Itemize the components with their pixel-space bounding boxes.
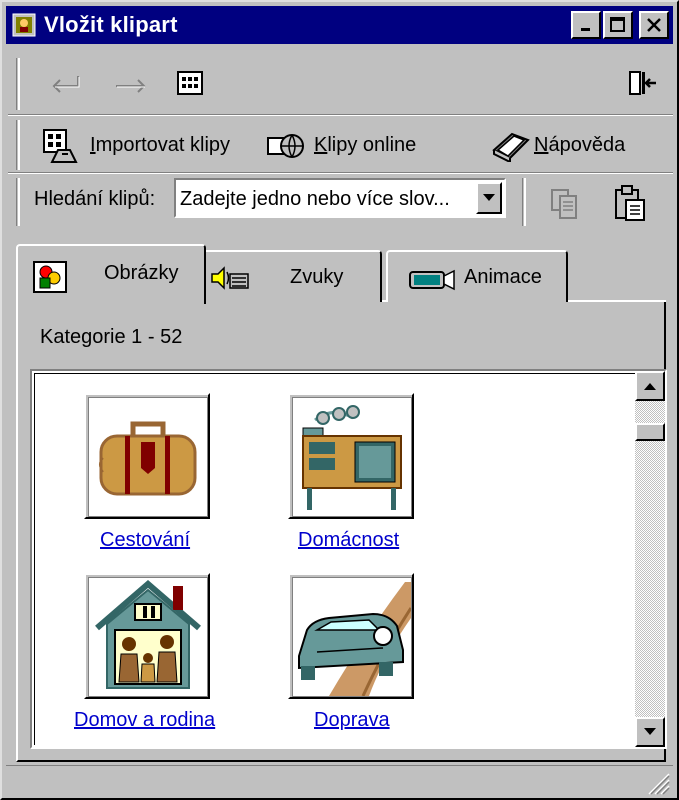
toolbar-separator xyxy=(8,114,673,116)
maximize-icon xyxy=(610,17,625,32)
tab-animation-label: Animace xyxy=(464,266,542,288)
toolbar-separator xyxy=(8,172,673,174)
copy-icon[interactable] xyxy=(548,186,584,222)
arrow-down-icon xyxy=(644,728,656,735)
maximize-button[interactable] xyxy=(603,11,633,39)
category-list[interactable]: Cestování Domácnost Domov a rodina Dopra… xyxy=(30,369,667,749)
toolbar-grip[interactable] xyxy=(16,58,20,110)
clips-online-button[interactable]: Klipy online xyxy=(266,126,426,164)
scroll-down-button[interactable] xyxy=(635,717,665,747)
scroll-up-button[interactable] xyxy=(635,371,665,401)
import-clips-button[interactable]: Importovat klipy xyxy=(42,126,242,164)
category-link-cestovani[interactable]: Cestování xyxy=(100,529,190,552)
animation-icon xyxy=(409,269,455,291)
tab-sounds-label: Zvuky xyxy=(290,266,344,288)
size-grip-icon[interactable] xyxy=(645,770,671,796)
grid-view-icon[interactable] xyxy=(176,70,206,98)
back-arrow-icon[interactable] xyxy=(48,70,88,100)
arrow-up-icon xyxy=(644,383,656,390)
clips-online-icon xyxy=(267,134,304,158)
category-link-domacnost[interactable]: Domácnost xyxy=(298,529,399,552)
close-button[interactable] xyxy=(639,11,669,39)
help-book-icon xyxy=(492,132,530,162)
search-combobox[interactable]: Zadejte jedno nebo více slov... xyxy=(174,178,506,218)
status-bar xyxy=(6,765,673,798)
category-tile-cestovani[interactable] xyxy=(84,393,210,519)
category-tile-domov-a-rodina[interactable] xyxy=(84,573,210,699)
chevron-down-icon xyxy=(483,194,495,201)
window-title: Vložit klipart xyxy=(44,12,178,37)
sounds-icon xyxy=(211,266,249,290)
forward-arrow-icon[interactable] xyxy=(112,70,152,100)
tab-animation[interactable]: Animace xyxy=(386,250,568,302)
help-label: Nápověda xyxy=(534,134,626,156)
tab-pictures-label: Obrázky xyxy=(104,262,179,284)
import-clips-label: Importovat klipy xyxy=(90,134,231,156)
suitcase-icon xyxy=(99,421,197,496)
toolbar-divider xyxy=(522,178,526,226)
search-input[interactable]: Zadejte jedno nebo více slov... xyxy=(180,188,450,211)
help-button[interactable]: Nápověda xyxy=(490,126,640,164)
title-bar[interactable]: Vložit klipart xyxy=(6,6,673,44)
change-pane-icon[interactable] xyxy=(628,70,658,98)
import-clips-icon xyxy=(43,129,78,163)
kitchen-icon xyxy=(302,405,402,510)
clips-online-label: Klipy online xyxy=(314,134,417,156)
vertical-scrollbar[interactable] xyxy=(635,371,665,747)
toolbar-grip[interactable] xyxy=(16,178,20,226)
pictures-icon xyxy=(33,261,67,293)
tab-pictures[interactable]: Obrázky xyxy=(16,244,206,304)
car-road-icon xyxy=(298,582,413,697)
house-family-icon xyxy=(95,580,201,689)
tab-sounds[interactable]: Zvuky xyxy=(186,250,382,302)
category-link-doprava[interactable]: Doprava xyxy=(314,709,390,732)
category-tile-doprava[interactable] xyxy=(288,573,414,699)
minimize-button[interactable] xyxy=(571,11,601,39)
search-dropdown-button[interactable] xyxy=(476,182,502,214)
close-icon xyxy=(647,18,661,32)
toolbar-grip[interactable] xyxy=(16,120,20,170)
scroll-thumb[interactable] xyxy=(635,423,665,441)
category-link-domov-a-rodina[interactable]: Domov a rodina xyxy=(74,709,215,732)
clipart-window: Vložit klipart Importovat klipy Klipy on… xyxy=(0,0,679,800)
search-label: Hledání klipů: xyxy=(34,188,156,210)
category-range: Kategorie 1 - 52 xyxy=(40,326,183,348)
clipart-app-icon xyxy=(12,13,36,37)
category-tile-domacnost[interactable] xyxy=(288,393,414,519)
paste-icon[interactable] xyxy=(612,184,648,224)
minimize-icon xyxy=(581,28,590,31)
